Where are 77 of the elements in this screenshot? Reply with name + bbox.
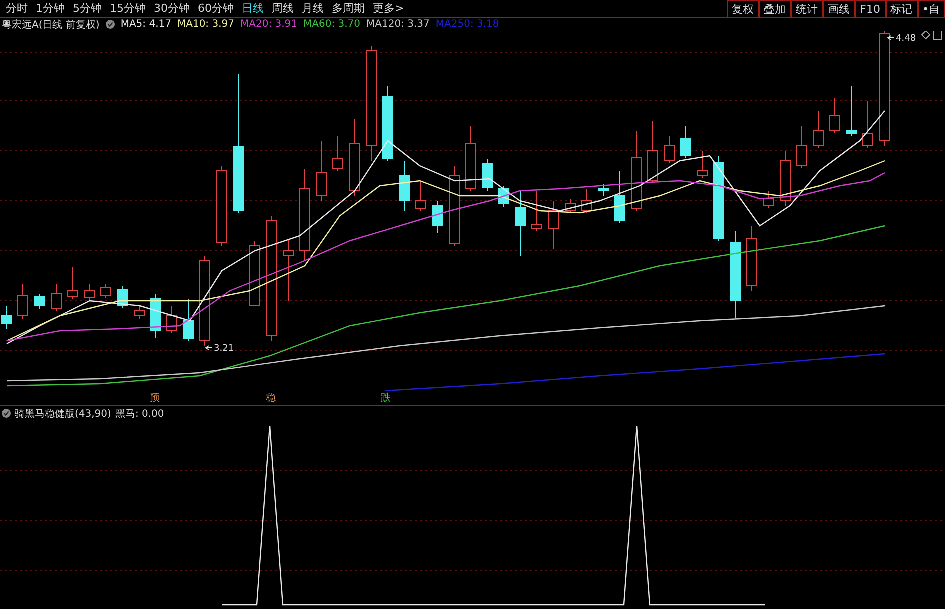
candlestick [332, 136, 344, 172]
candlestick [566, 198, 576, 214]
candlestick [780, 150, 792, 206]
panel-icon[interactable] [934, 31, 942, 40]
period-tab[interactable]: 月线 [298, 1, 328, 16]
period-tab[interactable]: 分时 [2, 1, 32, 16]
period-tab[interactable]: 多周期 [328, 1, 369, 16]
toolbar-button[interactable]: 统计 [791, 0, 824, 17]
candlestick [648, 120, 658, 184]
candlestick [250, 240, 260, 306]
candlestick [466, 126, 476, 192]
candlestick [134, 306, 146, 320]
diamond-icon[interactable] [921, 31, 931, 40]
candlestick [84, 284, 96, 300]
candlestick [52, 284, 62, 312]
signal-marker: 稳 [266, 393, 276, 404]
moving-average-value: MA10: 3.97 [177, 19, 234, 30]
toolbar-button[interactable]: 画线 [823, 0, 856, 17]
candlestick [316, 140, 328, 202]
signal-marker: 预 [150, 393, 160, 404]
stock-title: 粤宏远A(日线 前复权) [2, 18, 100, 32]
moving-average-value: MA20: 3.91 [240, 19, 298, 30]
moving-average-value: MA250: 3.18 [436, 19, 500, 30]
candlestick [664, 136, 676, 164]
candlestick [18, 284, 28, 320]
period-tab[interactable]: 5分钟 [69, 1, 106, 16]
signal-marker: 跌 [381, 393, 391, 404]
toolbar-button[interactable]: •自 [918, 0, 945, 17]
indicator-reading: 黑马: 0.00 [115, 408, 164, 420]
period-tab[interactable]: 日线 [238, 1, 268, 16]
moving-average-value: MA5: 4.17 [120, 19, 172, 30]
indicator-name: 骑黑马稳健版(43,90) [15, 408, 112, 420]
candlestick [184, 298, 194, 342]
toolbar-button[interactable]: 复权 [727, 0, 760, 17]
candlestick [598, 184, 610, 196]
candlestick [34, 294, 46, 310]
candlestick [150, 294, 162, 338]
toolbar-button[interactable]: 叠加 [759, 0, 792, 17]
candlestick [400, 160, 410, 212]
period-tab[interactable]: 30分钟 [150, 1, 194, 16]
candlestick [614, 170, 626, 224]
candlestick [416, 180, 426, 212]
candlestick [432, 200, 444, 234]
candlestick [166, 306, 178, 334]
moving-average-value: MA60: 3.70 [304, 19, 361, 30]
candlestick [548, 200, 560, 250]
settings-icon[interactable] [106, 20, 115, 29]
high-price-label: 4.48 [896, 34, 916, 44]
candlestick [100, 284, 112, 298]
candlestick [2, 306, 12, 330]
candlestick [764, 190, 774, 208]
period-tab[interactable]: 15分钟 [106, 1, 150, 16]
candlestick [516, 190, 526, 256]
toolbar-button[interactable]: F10 [855, 0, 886, 17]
candlestick [532, 190, 542, 232]
toolbar-button[interactable]: 标记 [886, 0, 918, 17]
period-tab[interactable]: 60分钟 [194, 1, 238, 16]
period-tab[interactable]: 周线 [268, 1, 298, 16]
candlestick [698, 150, 708, 178]
candlestick [862, 100, 874, 148]
candlestick [814, 110, 824, 148]
candlestick [846, 86, 858, 136]
moving-average-value: MA120: 3.37 [366, 19, 430, 30]
candlestick [830, 98, 840, 134]
low-price-label: 3.21 [214, 344, 234, 354]
arrow-icon [887, 36, 894, 40]
candlestick [582, 188, 592, 214]
candlestick [284, 238, 294, 302]
arrow-icon [205, 346, 212, 350]
candlestick [746, 226, 758, 292]
candlestick [482, 158, 494, 192]
period-tab[interactable]: 更多> [369, 1, 408, 16]
candlestick [796, 126, 808, 168]
settings-icon[interactable] [2, 409, 11, 418]
candlestick [680, 126, 692, 158]
candlestick [68, 266, 78, 300]
period-tab[interactable]: 1分钟 [32, 1, 69, 16]
